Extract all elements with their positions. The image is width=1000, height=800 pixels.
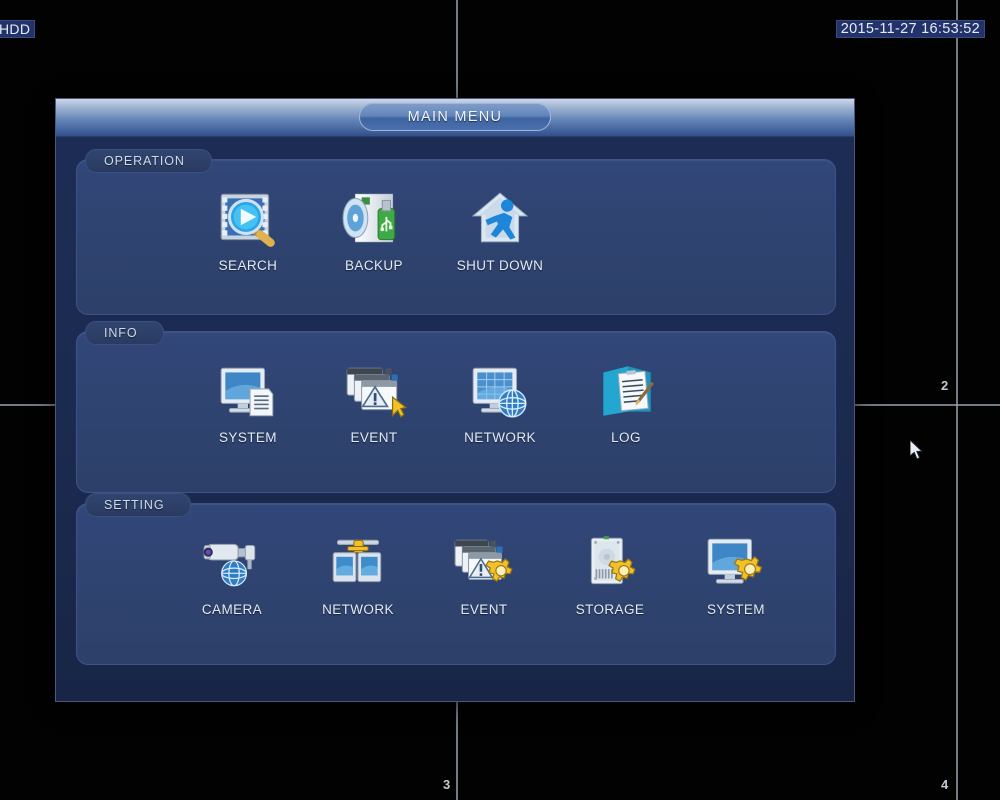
channel-number-3: 3 [443, 777, 451, 792]
menu-item-setting-system[interactable]: SYSTEM [673, 530, 799, 617]
menu-item-info-network[interactable]: NETWORK [437, 358, 563, 445]
dialog-title: MAIN MENU [408, 109, 503, 125]
section-info: INFO [76, 331, 836, 493]
hdd-status-label: HDD [0, 20, 35, 38]
monitor-globe-icon [463, 358, 537, 424]
bullet-camera-globe-icon [195, 530, 269, 596]
exit-running-person-icon [463, 186, 537, 252]
menu-item-backup-label: BACKUP [345, 258, 403, 273]
menu-item-setting-camera-label: CAMERA [202, 602, 262, 617]
menu-item-setting-event-label: EVENT [460, 602, 507, 617]
channel-number-2: 2 [941, 378, 949, 393]
menu-item-setting-network[interactable]: NETWORK [295, 530, 421, 617]
mouse-pointer-icon [910, 440, 926, 462]
menu-item-info-event-label: EVENT [350, 430, 397, 445]
windows-warning-gear-icon [447, 530, 521, 596]
menu-item-info-log[interactable]: LOG [563, 358, 689, 445]
menu-item-info-log-label: LOG [611, 430, 641, 445]
grid-divider-vertical-right [956, 0, 958, 800]
setting-items-row: CAMERA [77, 530, 835, 617]
menu-item-setting-system-label: SYSTEM [707, 602, 765, 617]
menu-item-setting-network-label: NETWORK [322, 602, 394, 617]
dialog-title-bar: MAIN MENU [56, 99, 854, 137]
servers-link-icon [321, 530, 395, 596]
dialog-title-pill: MAIN MENU [359, 103, 551, 131]
section-setting: SETTING [76, 503, 836, 665]
menu-item-setting-event[interactable]: EVENT [421, 530, 547, 617]
monitor-document-icon [211, 358, 285, 424]
menu-item-search-label: SEARCH [219, 258, 278, 273]
monitor-gear-icon [699, 530, 773, 596]
section-header-operation-label: OPERATION [104, 154, 185, 168]
menu-item-shutdown[interactable]: SHUT DOWN [437, 186, 563, 273]
section-header-info: INFO [85, 321, 164, 345]
info-items-row: SYSTEM [77, 358, 835, 445]
operation-items-row: SEARCH [77, 186, 835, 273]
datetime-osd: 2015-11-27 16:53:52 [836, 20, 985, 38]
menu-item-info-event[interactable]: EVENT [311, 358, 437, 445]
section-header-setting-label: SETTING [104, 498, 164, 512]
menu-item-search[interactable]: SEARCH [185, 186, 311, 273]
windows-warning-icon [337, 358, 411, 424]
channel-number-4: 4 [941, 777, 949, 792]
hard-disk-gear-icon [573, 530, 647, 596]
section-operation: OPERATION [76, 159, 836, 315]
menu-item-info-system[interactable]: SYSTEM [185, 358, 311, 445]
section-header-info-label: INFO [104, 326, 137, 340]
menu-item-shutdown-label: SHUT DOWN [457, 258, 544, 273]
menu-item-setting-storage-label: STORAGE [576, 602, 645, 617]
menu-item-info-system-label: SYSTEM [219, 430, 277, 445]
film-search-icon [211, 186, 285, 252]
section-header-setting: SETTING [85, 493, 191, 517]
menu-item-backup[interactable]: BACKUP [311, 186, 437, 273]
menu-item-info-network-label: NETWORK [464, 430, 536, 445]
disc-usb-backup-icon [337, 186, 411, 252]
folder-clipboard-pen-icon [589, 358, 663, 424]
menu-item-setting-camera[interactable]: CAMERA [169, 530, 295, 617]
menu-item-setting-storage[interactable]: STORAGE [547, 530, 673, 617]
section-header-operation: OPERATION [85, 149, 212, 173]
main-menu-dialog: MAIN MENU OPERATION [55, 98, 855, 702]
